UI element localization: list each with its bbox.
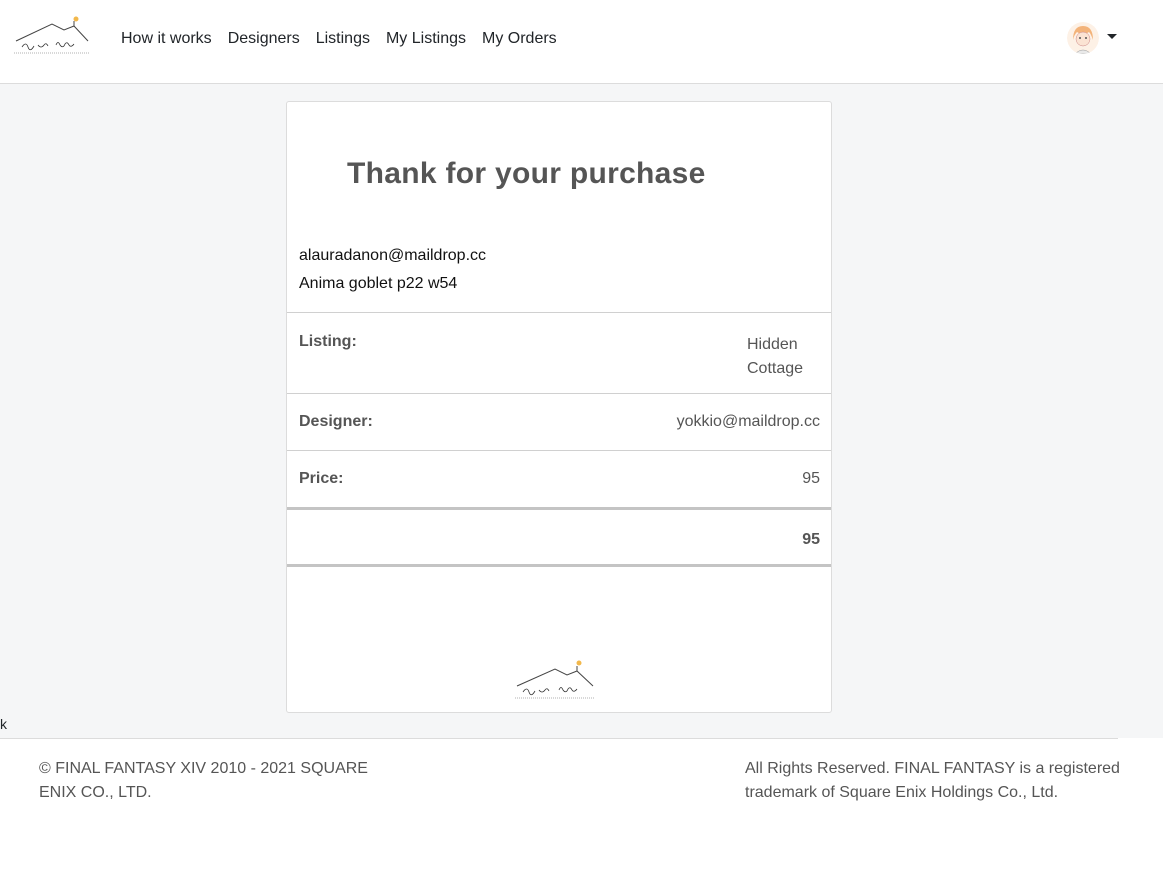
designer-label: Designer: xyxy=(299,413,373,430)
confirmation-title: Thank for your purchase xyxy=(347,157,706,190)
top-navbar: How it works Designers Listings My Listi… xyxy=(0,0,1163,84)
nav-links: How it works Designers Listings My Listi… xyxy=(113,28,565,50)
nav-designers[interactable]: Designers xyxy=(220,28,308,50)
footer-copyright: © FINAL FANTASY XIV 2010 - 2021 SQUARE E… xyxy=(39,760,368,801)
total-value: 95 xyxy=(802,531,820,548)
footer-trademark: All Rights Reserved. FINAL FANTASY is a … xyxy=(745,760,1120,801)
footer-divider xyxy=(0,738,1118,739)
designer-value: yokkio@maildrop.cc xyxy=(676,413,820,430)
listing-label: Listing: xyxy=(299,333,357,350)
buyer-email: alauradanon@maildrop.cc xyxy=(299,247,487,264)
order-item-name: Anima goblet p22 w54 xyxy=(299,275,458,292)
card-logo-icon xyxy=(513,658,597,704)
nav-how-it-works[interactable]: How it works xyxy=(113,28,220,50)
site-footer: © FINAL FANTASY XIV 2010 - 2021 SQUARE E… xyxy=(0,738,1163,869)
nav-my-listings[interactable]: My Listings xyxy=(378,28,474,50)
listing-value: Hidden Cottage xyxy=(747,336,804,377)
price-row: Price: 95 xyxy=(287,450,831,507)
caret-down-icon xyxy=(1107,34,1117,39)
total-row: 95 xyxy=(287,507,831,567)
user-menu-toggle[interactable] xyxy=(1067,22,1123,56)
listing-row: Listing: Hidden Cottage xyxy=(287,312,831,393)
stray-text: k xyxy=(0,716,7,732)
order-confirmation-card: Thank for your purchase alauradanon@mail… xyxy=(286,101,832,713)
nav-listings[interactable]: Listings xyxy=(308,28,378,50)
price-value: 95 xyxy=(802,470,820,487)
designer-row: Designer: yokkio@maildrop.cc xyxy=(287,393,831,450)
nav-my-orders[interactable]: My Orders xyxy=(474,28,565,50)
price-label: Price: xyxy=(299,470,344,487)
brand-logo-icon[interactable] xyxy=(12,14,92,58)
user-avatar-icon xyxy=(1067,22,1099,54)
